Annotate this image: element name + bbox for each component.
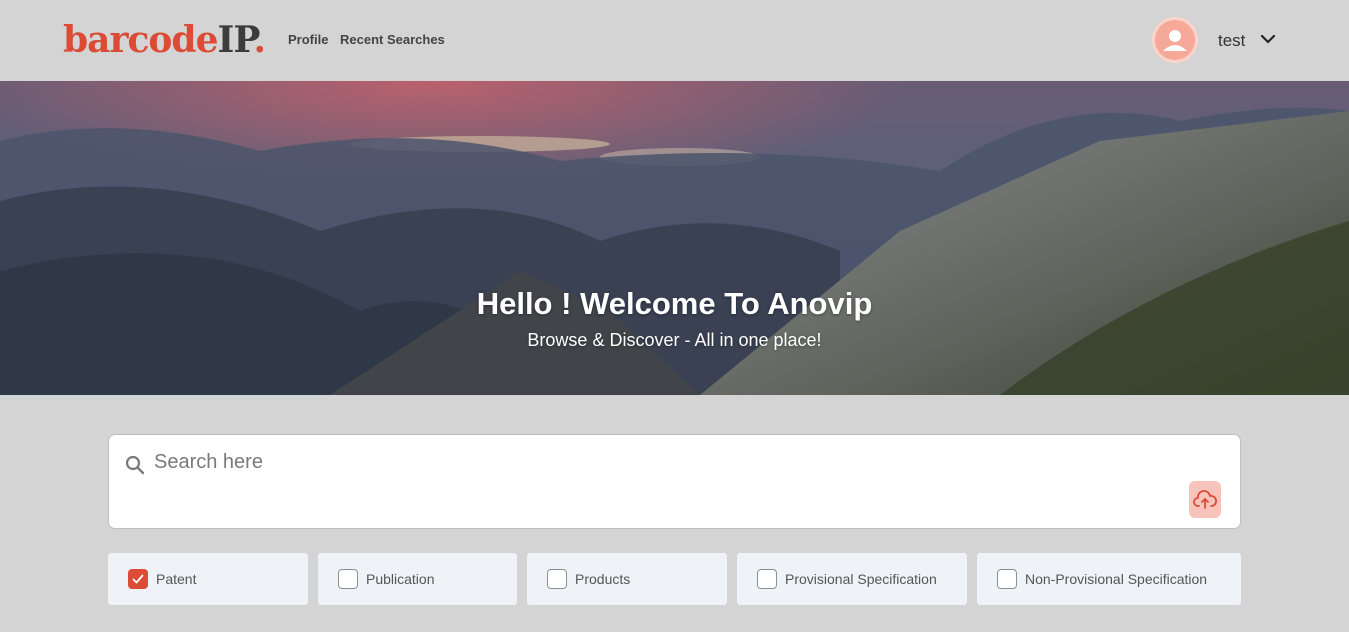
logo-part-barcode: barcode xyxy=(63,19,218,61)
filter-products[interactable]: Products xyxy=(527,553,727,605)
chevron-down-icon[interactable] xyxy=(1258,32,1278,48)
nav-link-recent-searches[interactable]: Recent Searches xyxy=(340,32,445,48)
logo-part-ip: IP xyxy=(217,19,254,61)
checkbox-publication[interactable] xyxy=(338,569,358,589)
filter-label: Non-Provisional Specification xyxy=(1025,571,1208,587)
checkmark-icon xyxy=(132,574,144,584)
checkbox-non-provisional-specification[interactable] xyxy=(997,569,1017,589)
nav-link-profile[interactable]: Profile xyxy=(288,32,328,48)
search-box xyxy=(108,434,1241,529)
upload-button[interactable] xyxy=(1189,481,1221,518)
user-name[interactable]: test xyxy=(1218,31,1245,51)
user-silhouette-icon xyxy=(1163,30,1187,51)
brand-logo[interactable]: barcodeIP. xyxy=(63,18,266,62)
avatar[interactable] xyxy=(1152,17,1198,63)
filter-label: Provisional Specification xyxy=(785,571,937,587)
filter-label: Products xyxy=(575,571,631,587)
checkbox-patent[interactable] xyxy=(128,569,148,589)
filter-publication[interactable]: Publication xyxy=(318,553,517,605)
checkbox-products[interactable] xyxy=(547,569,567,589)
filter-patent[interactable]: Patent xyxy=(108,553,308,605)
filter-label: Patent xyxy=(156,571,197,587)
filter-label: Publication xyxy=(366,571,435,587)
hero-subtitle: Browse & Discover - All in one place! xyxy=(527,330,822,350)
cloud-upload-icon xyxy=(1193,489,1217,509)
filter-non-provisional-specification[interactable]: Non-Provisional Specification xyxy=(977,553,1241,605)
hero-banner: Hello ! Welcome To Anovip Browse & Disco… xyxy=(0,81,1349,395)
filter-provisional-specification[interactable]: Provisional Specification xyxy=(737,553,967,605)
logo-part-dot: . xyxy=(253,19,266,61)
search-icon xyxy=(125,455,145,475)
search-input[interactable] xyxy=(154,447,1174,477)
checkbox-provisional-specification[interactable] xyxy=(757,569,777,589)
top-navbar: barcodeIP. Profile Recent Searches test xyxy=(0,0,1349,81)
hero-title: Hello ! Welcome To Anovip xyxy=(476,286,873,321)
